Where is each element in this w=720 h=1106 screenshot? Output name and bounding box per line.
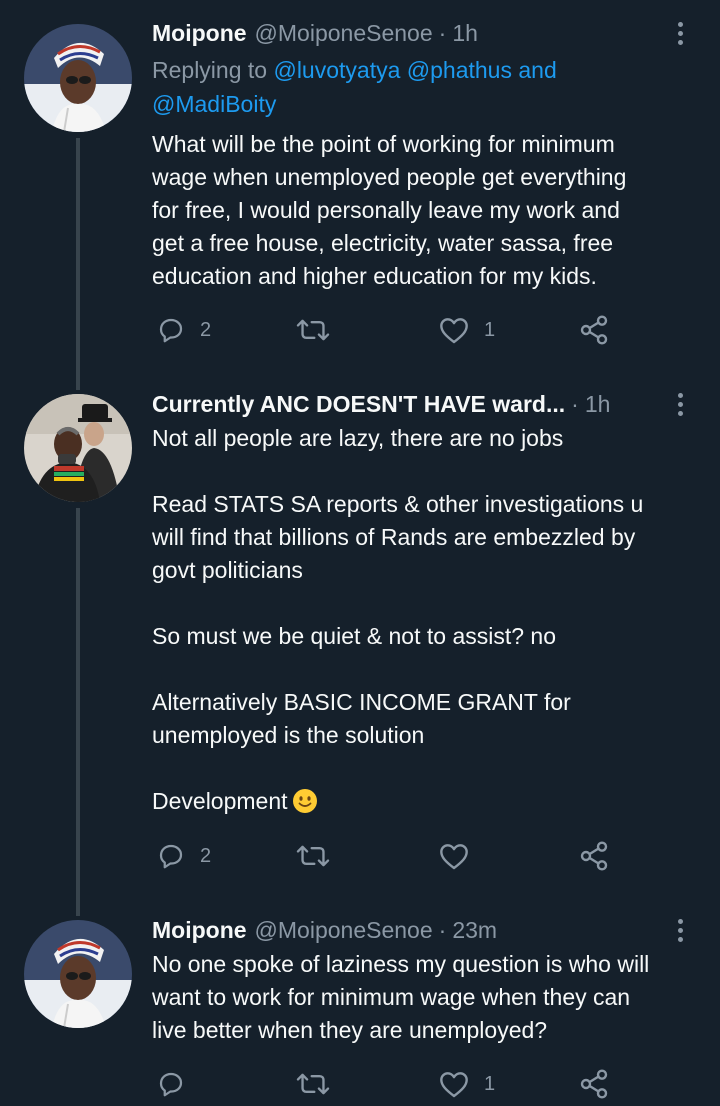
like-button[interactable] <box>438 836 484 876</box>
timestamp[interactable]: 1h <box>452 20 478 47</box>
display-name[interactable]: Moipone <box>152 20 247 47</box>
display-name[interactable]: Moipone <box>152 917 247 944</box>
slightly-smiling-face-icon <box>292 789 317 813</box>
reply-button[interactable]: 2 <box>156 836 211 876</box>
tweet-text: No one spoke of laziness my question is … <box>152 948 700 1047</box>
reply-button[interactable] <box>156 1064 200 1104</box>
tweet-2[interactable]: Currently ANC DOESN'T HAVE ward... · 1h … <box>0 370 720 906</box>
share-icon <box>580 1069 608 1099</box>
tweet-text-line: Not all people are lazy, there are no jo… <box>152 425 564 451</box>
tweet-header: Moipone @MoiponeSenoe · 23m <box>152 913 656 947</box>
tweet-text-line: No one spoke of laziness my question is … <box>152 951 650 977</box>
heart-icon <box>440 1072 468 1098</box>
tweet-text: Not all people are lazy, there are no jo… <box>152 422 700 818</box>
thread-line <box>76 508 80 906</box>
like-count: 1 <box>484 1072 496 1095</box>
tweet-text-line: for free, I would personally leave my wo… <box>152 197 620 223</box>
tweet-text: What will be the point of working for mi… <box>152 128 700 293</box>
tweet-text-line: Alternatively BASIC INCOME GRANT for <box>152 689 571 715</box>
tweet-header: Currently ANC DOESN'T HAVE ward... · 1h <box>152 387 656 421</box>
more-options-icon[interactable] <box>670 913 690 947</box>
separator-dot: · <box>438 916 447 943</box>
tweet-text-line: So must we be quiet & not to assist? no <box>152 623 557 649</box>
retweet-icon <box>296 319 330 341</box>
retweet-button[interactable] <box>296 310 344 350</box>
tweet-text-line: get a free house, electricity, water sas… <box>152 230 614 256</box>
tweet-text-line: wage when unemployed people get everythi… <box>152 164 627 190</box>
mention-link[interactable]: @phathus <box>407 57 512 83</box>
username[interactable]: @MoiponeSenoe <box>255 20 433 47</box>
tweet-header: Moipone @MoiponeSenoe · 1h <box>152 16 656 50</box>
avatar[interactable] <box>24 394 132 502</box>
mention-link[interactable]: @MadiBoity <box>152 91 276 117</box>
separator-dot: · <box>438 19 447 46</box>
separator-dot: · <box>571 390 579 417</box>
like-button[interactable]: 1 <box>438 1064 495 1104</box>
thread-line <box>76 370 80 390</box>
mention-link[interactable]: @luvotyatya <box>273 57 400 83</box>
tweet-1[interactable]: Moipone @MoiponeSenoe · 1h Replying to @… <box>0 0 720 380</box>
replying-to: Replying to @luvotyatya @phathus and @Ma… <box>152 53 672 121</box>
tweet-actions: 2 1 <box>152 310 622 350</box>
replying-prefix: Replying to <box>152 57 274 83</box>
share-button[interactable] <box>578 836 610 876</box>
tweet-actions: 1 <box>152 1064 622 1104</box>
tweet-text-line: want to work for minimum wage when they … <box>152 984 631 1010</box>
tweet-actions: 2 <box>152 836 622 876</box>
username[interactable]: @MoiponeSenoe <box>255 917 433 944</box>
retweet-button[interactable] <box>296 836 344 876</box>
reply-count: 2 <box>200 844 212 867</box>
retweet-icon <box>296 1073 330 1095</box>
mention-joiner[interactable]: and <box>512 57 556 83</box>
timestamp[interactable]: 23m <box>452 917 497 944</box>
avatar[interactable] <box>24 920 132 1028</box>
reply-button[interactable]: 2 <box>156 310 211 350</box>
tweet-text-line: will find that billions of Rands are emb… <box>152 524 636 550</box>
reply-icon <box>159 318 183 343</box>
tweet-text-line: govt politicians <box>152 557 303 583</box>
retweet-button[interactable] <box>296 1064 344 1104</box>
reply-icon <box>159 1072 183 1097</box>
thread-line <box>76 896 80 916</box>
more-options-icon[interactable] <box>670 16 690 50</box>
tweet-text-line: live better when they are unemployed? <box>152 1017 548 1043</box>
thread-line <box>76 138 80 380</box>
share-button[interactable] <box>578 1064 610 1104</box>
display-name[interactable]: Currently ANC DOESN'T HAVE ward... <box>152 391 565 418</box>
tweet-text-line-emoji: Development <box>152 785 700 818</box>
heart-icon <box>440 318 468 344</box>
heart-icon <box>440 844 468 870</box>
share-button[interactable] <box>578 310 610 350</box>
tweet-3[interactable]: Moipone @MoiponeSenoe · 23m No one spoke… <box>0 896 720 1106</box>
reply-icon <box>159 844 183 869</box>
more-options-icon[interactable] <box>670 387 690 421</box>
reply-count: 2 <box>200 318 212 341</box>
timestamp[interactable]: 1h <box>585 391 611 418</box>
tweet-text-line: Read STATS SA reports & other investigat… <box>152 491 644 517</box>
retweet-icon <box>296 845 330 867</box>
like-count: 1 <box>484 318 496 341</box>
share-icon <box>580 315 608 345</box>
tweet-text-line: education and higher education for my ki… <box>152 263 597 289</box>
tweet-text-line: unemployed is the solution <box>152 722 425 748</box>
like-button[interactable]: 1 <box>438 310 495 350</box>
avatar[interactable] <box>24 24 132 132</box>
share-icon <box>580 841 608 871</box>
tweet-text-line: What will be the point of working for mi… <box>152 131 615 157</box>
tweet-text-line: Development <box>152 788 288 814</box>
